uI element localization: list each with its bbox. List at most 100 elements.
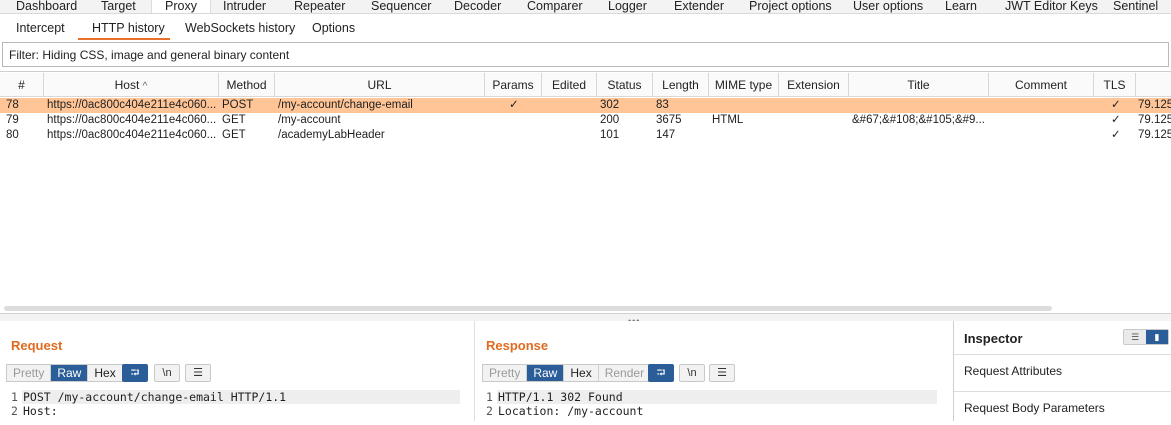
tab-intercept[interactable]: Intercept [16, 21, 65, 35]
tab-dashboard[interactable]: Dashboard [16, 0, 77, 13]
tab-sentinel[interactable]: Sentinel [1113, 0, 1158, 13]
table-header: # Host ^ Method URL Params Edited Status… [0, 73, 1171, 97]
cell-title: &#67;&#108;&#105;&#9... [852, 114, 985, 126]
inspector-title: Inspector [964, 331, 1023, 346]
cell-tls: ✓ [1111, 129, 1121, 141]
word-wrap-icon[interactable]: ⮒ [122, 364, 148, 382]
column-header-params[interactable]: Params [485, 73, 542, 97]
cell-method: GET [222, 129, 246, 141]
cell-length: 3675 [656, 114, 682, 126]
column-header-length[interactable]: Length [653, 73, 709, 97]
tab-sequencer[interactable]: Sequencer [371, 0, 431, 13]
pane-splitter[interactable]: ••• [0, 313, 1171, 326]
hex-button[interactable]: Hex [564, 365, 599, 381]
response-view-buttons: Pretty Raw Hex Render [482, 364, 652, 382]
column-header-host[interactable]: Host ^ [44, 73, 219, 97]
cell-status: 302 [600, 99, 620, 111]
tab-jwt-editor-keys[interactable]: JWT Editor Keys [1005, 0, 1098, 13]
show-newlines-button[interactable]: \n [154, 364, 180, 382]
cell-tls: ✓ [1111, 114, 1121, 126]
active-tab-indicator [78, 38, 170, 40]
word-wrap-icon[interactable]: ⮒ [648, 364, 674, 382]
cell-status: 200 [600, 114, 620, 126]
tab-extender[interactable]: Extender [674, 0, 724, 13]
cell-ip: 79.125 [1138, 114, 1171, 126]
cell-url: /academyLabHeader [278, 129, 385, 141]
tab-options[interactable]: Options [312, 21, 355, 35]
inspector-layout-toggle: ☰ ▮ [1123, 329, 1169, 345]
render-button[interactable]: Render [599, 365, 650, 381]
column-header-tls[interactable]: TLS [1094, 73, 1136, 97]
cell-url: /my-account [278, 114, 341, 126]
sort-ascending-icon: ^ [142, 81, 148, 92]
raw-button[interactable]: Raw [51, 365, 89, 381]
tab-proxy[interactable]: Proxy [151, 0, 211, 13]
column-header-title[interactable]: Title [849, 73, 989, 97]
tab-user-options[interactable]: User options [853, 0, 923, 13]
column-header-url[interactable]: URL [275, 73, 485, 97]
hex-button[interactable]: Hex [88, 365, 121, 381]
inspector-section-request-body-parameters[interactable]: Request Body Parameters [954, 391, 1171, 425]
tab-learn[interactable]: Learn [945, 0, 977, 13]
cell-ip: 79.125 [1138, 129, 1171, 141]
request-editor[interactable]: 1 POST /my-account/change-email HTTP/1.1 … [11, 390, 286, 418]
response-line: HTTP/1.1 302 Found [498, 390, 623, 404]
inspector-section-request-attributes[interactable]: Request Attributes [954, 354, 1171, 388]
tab-comparer[interactable]: Comparer [527, 0, 583, 13]
column-header-edited[interactable]: Edited [542, 73, 597, 97]
tab-project-options[interactable]: Project options [749, 0, 832, 13]
filter-bar[interactable]: Filter: Hiding CSS, image and general bi… [2, 42, 1169, 67]
tab-repeater[interactable]: Repeater [294, 0, 345, 13]
cell-status: 101 [600, 129, 620, 141]
show-newlines-button[interactable]: \n [679, 364, 705, 382]
cell-method: POST [222, 99, 254, 111]
panel-view-icon[interactable]: ▮ [1146, 330, 1168, 344]
tab-logger[interactable]: Logger [608, 0, 647, 13]
column-header-status[interactable]: Status [597, 73, 653, 97]
cell-method: GET [222, 114, 246, 126]
cell-mime-type: HTML [712, 114, 744, 126]
request-line: Host: [23, 404, 58, 418]
list-view-icon[interactable]: ☰ [1124, 330, 1146, 344]
cell-tls: ✓ [1111, 99, 1121, 111]
response-line: Location: /my-account [498, 404, 644, 418]
history-table: # Host ^ Method URL Params Edited Status… [0, 71, 1171, 313]
cell-host: https://0ac800c404e211e4c060... [47, 114, 217, 126]
request-pane: Request Pretty Raw Hex ⮒ \n ☰ 1 POST /my-… [0, 321, 474, 421]
request-title: Request [11, 338, 63, 353]
tab-intruder[interactable]: Intruder [223, 0, 266, 13]
cell-url: /my-account/change-email [278, 99, 413, 111]
table-row[interactable]: 80 https://0ac800c404e211e4c060... GET /… [0, 128, 1171, 143]
tab-target[interactable]: Target [101, 0, 136, 13]
column-header-mime-type[interactable]: MIME type [709, 73, 779, 97]
cell-number: 79 [6, 114, 19, 126]
cell-length: 83 [656, 99, 669, 111]
tab-websockets-history[interactable]: WebSockets history [185, 21, 295, 35]
column-header-extension[interactable]: Extension [779, 73, 849, 97]
raw-button[interactable]: Raw [527, 365, 565, 381]
column-header-method[interactable]: Method [219, 73, 275, 97]
menu-icon[interactable]: ☰ [185, 364, 211, 382]
cell-params: ✓ [509, 99, 519, 111]
response-title: Response [486, 338, 549, 353]
cell-number: 78 [6, 99, 19, 111]
menu-icon[interactable]: ☰ [709, 364, 735, 382]
request-line: POST /my-account/change-email HTTP/1.1 [23, 390, 287, 404]
table-row[interactable]: 78 https://0ac800c404e211e4c060... POST … [0, 98, 1171, 113]
pretty-button[interactable]: Pretty [483, 365, 528, 381]
cell-ip: 79.125 [1138, 99, 1171, 111]
column-header-comment[interactable]: Comment [989, 73, 1094, 97]
main-tab-bar: Dashboard Target Proxy Intruder Repeater… [0, 0, 1171, 14]
table-row[interactable]: 79 https://0ac800c404e211e4c060... GET /… [0, 113, 1171, 128]
horizontal-scrollbar[interactable] [4, 306, 1052, 311]
response-pane: Response Pretty Raw Hex Render ⮒ \n ☰ 1H… [474, 321, 952, 421]
request-view-buttons: Pretty Raw Hex [6, 364, 123, 382]
cell-length: 147 [656, 129, 676, 141]
tab-http-history[interactable]: HTTP history [92, 21, 165, 35]
proxy-sub-tab-bar: Intercept HTTP history WebSockets histor… [0, 14, 1171, 40]
column-header-ip[interactable] [1136, 73, 1171, 97]
column-header-number[interactable]: # [0, 73, 44, 97]
tab-decoder[interactable]: Decoder [454, 0, 501, 13]
response-editor[interactable]: 1 HTTP/1.1 302 Found 2 Location: /my-accou… [486, 390, 643, 418]
pretty-button[interactable]: Pretty [7, 365, 52, 381]
